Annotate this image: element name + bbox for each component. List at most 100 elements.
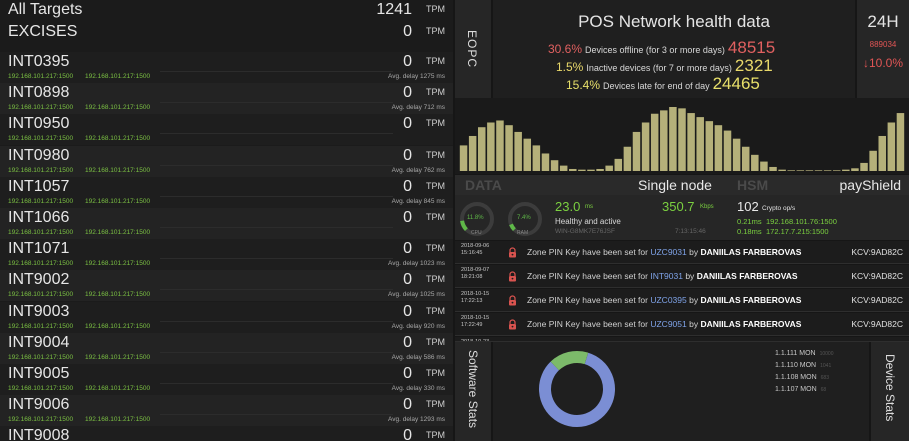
target-row[interactable]: INT9006 0 TPM 192.168.101.217:1500 192.168.1…: [0, 395, 453, 427]
log-entry[interactable]: 2018-10-15 17:22:13 Zone PIN Key have been…: [455, 289, 909, 312]
target-row[interactable]: INT9002 0 TPM 192.168.101.217:1500 192.168.1…: [0, 270, 453, 302]
log-timestamp: 2018-09-06 15:16:45: [461, 243, 501, 257]
target-row[interactable]: INT0898 0 TPM 192.168.101.217:1500 192.168.1…: [0, 83, 453, 115]
all-targets-row[interactable]: All Targets 1241 TPM: [0, 0, 453, 22]
log-time: 18:21:08: [461, 274, 483, 280]
log-kcv: KCV:9AD82C: [851, 319, 903, 329]
cpu-pct: 11.8%: [467, 215, 484, 221]
row-divider: [160, 102, 393, 104]
target-value: 0: [403, 115, 412, 133]
log-entry[interactable]: 2018-09-06 15:16:45 Zone PIN Key have been…: [455, 241, 909, 264]
log-time: 15:16:45: [461, 250, 483, 256]
node-time: 7:13:15:46: [675, 228, 706, 235]
log-entry[interactable]: 2018-10-15 17:22:49 Zone PIN Key have been…: [455, 313, 909, 336]
histogram-bar: [605, 165, 613, 171]
lock-icon: [509, 271, 516, 282]
log-code[interactable]: INT9031: [650, 271, 683, 281]
target-value: 0: [403, 427, 412, 441]
eopc-tab[interactable]: EOPC: [455, 0, 491, 98]
version-count: 10000: [819, 351, 834, 357]
target-name: INT0950: [8, 115, 70, 133]
cpu-gauge-fill: [460, 220, 468, 232]
log-code[interactable]: UZC9031: [650, 247, 686, 257]
log-message: Zone PIN Key have been set for UZC9031 b…: [527, 247, 801, 257]
log-user: DANIILAS FARBEROVAS: [700, 319, 802, 329]
target-delay: Avg. delay 586 ms: [391, 353, 445, 361]
histogram-bar: [751, 154, 759, 171]
target-ip-secondary: 192.168.101.217:1500: [85, 229, 151, 236]
target-row[interactable]: INT1066 0 TPM 192.168.101.217:1500 192.168.1…: [0, 208, 453, 239]
pos-health-title: POS Network health data: [578, 12, 770, 31]
row-divider: [160, 258, 393, 260]
histogram-bar: [541, 153, 550, 171]
log-message: Zone PIN Key have been set for UZC0395 b…: [527, 295, 801, 305]
target-value: 0: [403, 271, 412, 289]
target-row[interactable]: INT9008 0 TPM: [0, 426, 453, 441]
data-tab[interactable]: DATA: [465, 177, 502, 193]
target-row[interactable]: INT0980 0 TPM 192.168.101.217:1500 192.168.1…: [0, 145, 453, 177]
histogram-bar: [632, 131, 641, 171]
target-name: INT1071: [8, 240, 70, 258]
target-ip-primary: 192.168.101.217:1500: [8, 291, 74, 299]
row-divider: [160, 71, 393, 72]
throughput-unit: Kbps: [700, 204, 714, 210]
target-delay: Avg. delay 845 ms: [391, 197, 445, 205]
target-value: 0: [403, 84, 412, 102]
target-row[interactable]: INT9005 0 TPM 192.168.101.217:1500 192.168.1…: [0, 364, 453, 395]
target-delay: Avg. delay 1023 ms: [388, 260, 445, 268]
lock-icon: [509, 319, 516, 330]
target-unit: TPM: [426, 212, 445, 222]
log-code[interactable]: UZC0395: [650, 295, 686, 305]
target-unit: TPM: [426, 118, 445, 129]
target-unit: TPM: [426, 336, 445, 347]
hsm-tab[interactable]: HSM: [737, 177, 768, 193]
target-ip-primary: 192.168.101.217:1500: [8, 104, 74, 112]
log-by: by: [685, 271, 695, 281]
log-timestamp: 2018-09-07 18:21:08: [461, 267, 501, 281]
log-timestamp: 2018-10-15 17:22:49: [461, 315, 501, 329]
node-header: DATA Single node HSM payShield: [455, 175, 909, 195]
target-name: INT9003: [8, 302, 70, 320]
target-delay: Avg. delay 762 ms: [391, 166, 445, 174]
target-unit: TPM: [426, 368, 445, 378]
version-count: 68: [820, 387, 827, 393]
log-entry[interactable]: 2018-09-07 18:21:08 Zone PIN Key have been…: [455, 265, 909, 288]
histogram-bar: [687, 113, 695, 171]
histogram-bar: [641, 122, 650, 171]
row-divider: [160, 383, 393, 384]
all-targets-label: All Targets: [8, 1, 83, 18]
device-stats-tab[interactable]: Device Stats: [871, 342, 909, 441]
histogram-bar: [869, 150, 877, 171]
target-unit: TPM: [426, 430, 445, 441]
log-date: 2018-09-06: [461, 243, 490, 249]
target-row[interactable]: INT9004 0 TPM 192.168.101.217:1500 192.168.1…: [0, 332, 453, 364]
target-name: INT9005: [8, 365, 70, 382]
histogram-bar: [851, 168, 859, 171]
latency-unit: ms: [585, 204, 593, 210]
inactive-label: Inactive devices (for 7 or more days): [586, 63, 732, 73]
histogram-bar: [805, 170, 814, 171]
target-ip-secondary: 192.168.101.217:1500: [85, 197, 151, 205]
software-stats-tab[interactable]: Software Stats: [455, 342, 491, 441]
histogram-bar: [478, 127, 486, 171]
h24-panel[interactable]: 24H 889034 ↓10.0%: [857, 0, 909, 98]
log-text: Zone PIN Key have been set for: [527, 247, 648, 257]
log-text: Zone PIN Key have been set for: [527, 295, 648, 305]
target-row[interactable]: INT0395 0 TPM 192.168.101.217:1500 192.168.1…: [0, 52, 453, 83]
histogram-bar: [614, 158, 623, 171]
log-text: Zone PIN Key have been set for: [527, 271, 648, 281]
row-divider: [160, 320, 393, 322]
hsm2-ip: 172.17.7.215:1500: [766, 227, 829, 236]
excises-label: EXCISES: [8, 23, 78, 40]
offline-label: Devices offline (for 3 or more days): [585, 45, 725, 55]
target-row[interactable]: INT9003 0 TPM 192.168.101.217:1500 192.168.1…: [0, 301, 453, 333]
target-unit: TPM: [426, 56, 445, 66]
target-delay: Avg. delay 1275 ms: [388, 73, 445, 80]
log-code[interactable]: UZC9051: [650, 319, 686, 329]
version-count: 1041: [820, 363, 832, 369]
histogram-bar: [678, 108, 686, 171]
target-row[interactable]: INT1057 0 TPM 192.168.101.217:1500 192.168.1…: [0, 176, 453, 208]
excises-row[interactable]: EXCISES 0 TPM: [0, 22, 453, 44]
target-row[interactable]: INT0950 0 TPM 192.168.101.217:1500 192.168.1…: [0, 114, 453, 146]
target-row[interactable]: INT1071 0 TPM 192.168.101.217:1500 192.168.1…: [0, 239, 453, 271]
